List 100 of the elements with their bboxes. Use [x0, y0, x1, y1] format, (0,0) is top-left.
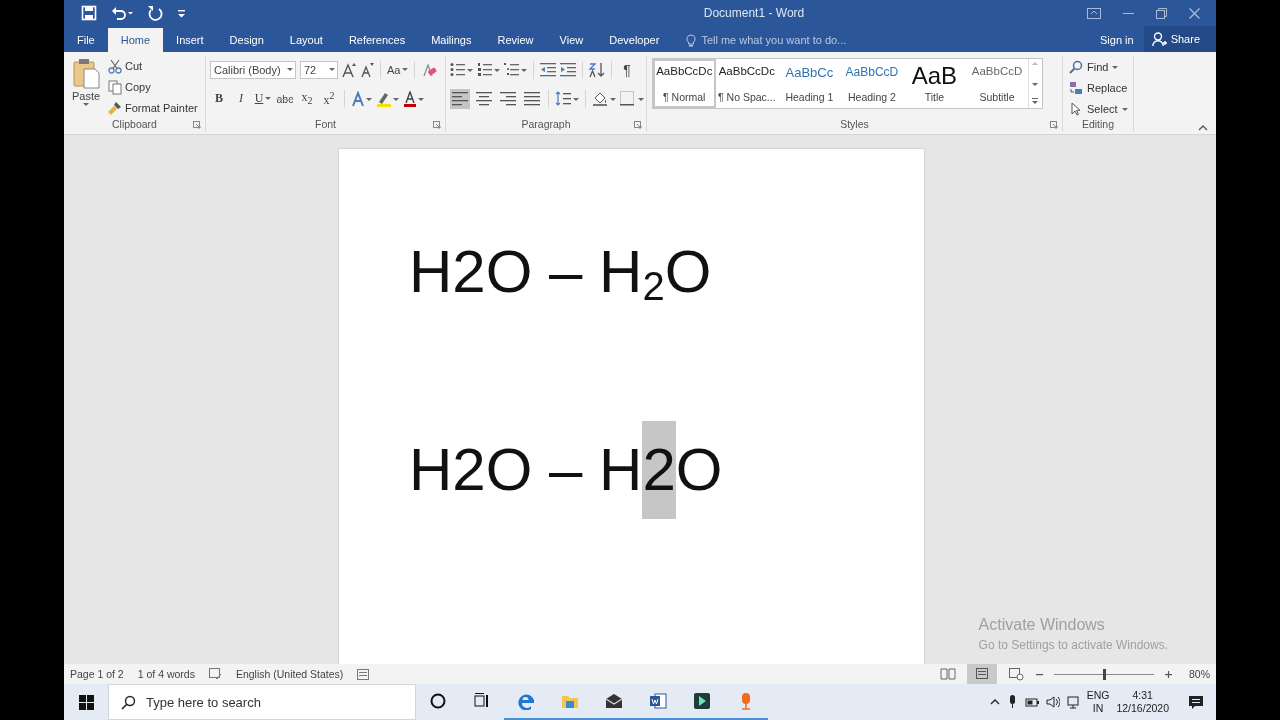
sort-icon[interactable] [589, 61, 605, 78]
caret-icon[interactable] [83, 103, 89, 106]
caret-icon[interactable] [265, 97, 272, 100]
tell-me-field[interactable]: Tell me what you want to do... [686, 28, 1090, 52]
envelope-icon[interactable] [605, 692, 623, 710]
copy-button[interactable]: Copy [108, 78, 198, 96]
clock-date[interactable]: 12/16/2020 [1116, 702, 1169, 715]
cortana-icon[interactable] [429, 692, 447, 710]
text-effects-icon[interactable] [351, 90, 372, 107]
font-color-icon[interactable] [403, 90, 424, 107]
input-language[interactable]: ENG [1086, 689, 1110, 702]
dialog-launcher-icon[interactable] [433, 121, 441, 129]
underline-button[interactable]: U [254, 88, 272, 109]
increase-indent-icon[interactable] [560, 62, 576, 77]
battery-plug-icon[interactable] [1024, 695, 1039, 709]
ribbon-tab[interactable]: Design [216, 28, 277, 52]
word-icon[interactable] [649, 692, 667, 710]
caret-icon[interactable] [287, 68, 293, 71]
align-left-button[interactable] [450, 88, 470, 109]
ribbon-tab[interactable]: View [546, 28, 597, 52]
replace-button[interactable]: Replace [1069, 79, 1128, 97]
highlighter-icon[interactable] [376, 90, 399, 107]
line-spacing-icon[interactable] [555, 91, 579, 106]
decrease-indent-icon[interactable] [540, 62, 556, 77]
zoom-slider-thumb[interactable] [1103, 668, 1106, 680]
find-button[interactable]: Find [1069, 58, 1128, 76]
shading-icon[interactable] [592, 90, 616, 107]
print-layout-icon[interactable] [974, 667, 990, 681]
italic-button[interactable]: I [232, 88, 250, 109]
zoom-in-icon[interactable] [1164, 669, 1173, 679]
change-case-button[interactable]: Aa [387, 59, 409, 80]
style-item[interactable]: AaB Title [903, 59, 966, 108]
borders-icon[interactable] [620, 91, 644, 106]
caret-icon[interactable] [402, 68, 409, 71]
chevron-up-icon[interactable] [989, 697, 1000, 707]
sign-in-link[interactable]: Sign in [1090, 28, 1144, 52]
style-item[interactable]: AaBbCcD Heading 2 [840, 59, 904, 108]
read-mode-icon[interactable] [940, 667, 956, 681]
print-layout-button[interactable] [967, 664, 997, 684]
caret-icon[interactable] [329, 68, 335, 71]
font-size-field[interactable]: 72 [300, 60, 338, 79]
taskbar-search-field[interactable]: Type here to search [108, 684, 416, 720]
select-button[interactable]: Select [1069, 100, 1128, 118]
customize-icon[interactable] [177, 7, 186, 19]
edge-icon[interactable] [517, 692, 535, 710]
caret-icon[interactable] [1121, 107, 1128, 111]
ribbon-tab[interactable]: References [335, 28, 419, 52]
network-icon[interactable] [1066, 695, 1080, 709]
clear-formatting-icon[interactable] [421, 61, 438, 78]
share-button[interactable]: Share [1143, 26, 1216, 52]
play-tile-icon[interactable] [693, 692, 711, 710]
proofing-icon[interactable] [208, 668, 222, 680]
subscript-button[interactable]: x$_{2}$ [298, 88, 316, 109]
caret-icon[interactable] [1112, 65, 1119, 69]
notifications-icon[interactable] [1188, 694, 1204, 710]
ribbon-tab[interactable]: File [64, 28, 108, 52]
ribbon-tab[interactable]: Review [484, 28, 547, 52]
font-name-field[interactable]: Calibri (Body) [210, 60, 296, 79]
close-icon[interactable] [1189, 7, 1200, 19]
undo-icon[interactable] [111, 5, 133, 21]
page-count[interactable]: Page 1 of 2 [70, 668, 124, 680]
numbering-icon[interactable] [477, 62, 500, 77]
word-count[interactable]: 1 of 4 words [137, 668, 195, 680]
save-icon[interactable] [81, 5, 97, 21]
zoom-level[interactable]: 80% [1189, 668, 1210, 680]
format-painter-button[interactable]: Format Painter [108, 99, 198, 117]
ribbon-tab[interactable]: Home [107, 28, 164, 52]
speaker-icon[interactable] [1045, 695, 1060, 709]
style-item[interactable]: AaBbCcDc ¶ Normal [653, 59, 716, 108]
ribbon-tab[interactable]: Insert [163, 28, 217, 52]
dialog-launcher-icon[interactable] [193, 121, 201, 129]
ribbon-tab[interactable]: Developer [596, 28, 673, 52]
bold-button[interactable]: B [210, 88, 228, 109]
style-item[interactable]: AaBbCc Heading 1 [778, 59, 841, 108]
style-item[interactable]: AaBbCcD Subtitle [965, 59, 1029, 108]
windows-logo-icon[interactable] [78, 694, 94, 710]
macro-icon[interactable] [357, 668, 370, 680]
ribbon-tab[interactable]: Layout [276, 28, 336, 52]
multilevel-list-icon[interactable] [504, 62, 527, 77]
restore-icon[interactable] [1156, 7, 1167, 19]
grow-font-icon[interactable] [342, 61, 356, 78]
style-item[interactable]: AaBbCcDc ¶ No Spac... [715, 59, 779, 108]
cut-button[interactable]: Cut [108, 57, 198, 75]
input-region[interactable]: IN [1092, 702, 1104, 715]
document-text: H2O – H2O [409, 421, 924, 519]
redo-icon[interactable] [147, 5, 163, 21]
language-status[interactable]: English (United States) [235, 668, 344, 680]
collapse-ribbon-icon[interactable] [1198, 124, 1208, 131]
bullets-icon[interactable] [450, 62, 473, 77]
clock-time[interactable]: 4:31 [1132, 689, 1153, 702]
web-layout-icon[interactable] [1008, 667, 1024, 681]
dialog-launcher-icon[interactable] [634, 121, 642, 129]
ribbon-display-icon[interactable] [1087, 7, 1101, 19]
task-view-icon[interactable] [473, 692, 491, 710]
shrink-font-icon[interactable] [360, 61, 374, 78]
paste-button[interactable]: Paste [64, 56, 108, 118]
ribbon-tab[interactable]: Mailings [418, 28, 485, 52]
show-marks-button[interactable]: ¶ [618, 59, 636, 80]
superscript-button[interactable]: x$^{2}$ [320, 88, 338, 109]
dialog-launcher-icon[interactable] [1050, 121, 1058, 129]
